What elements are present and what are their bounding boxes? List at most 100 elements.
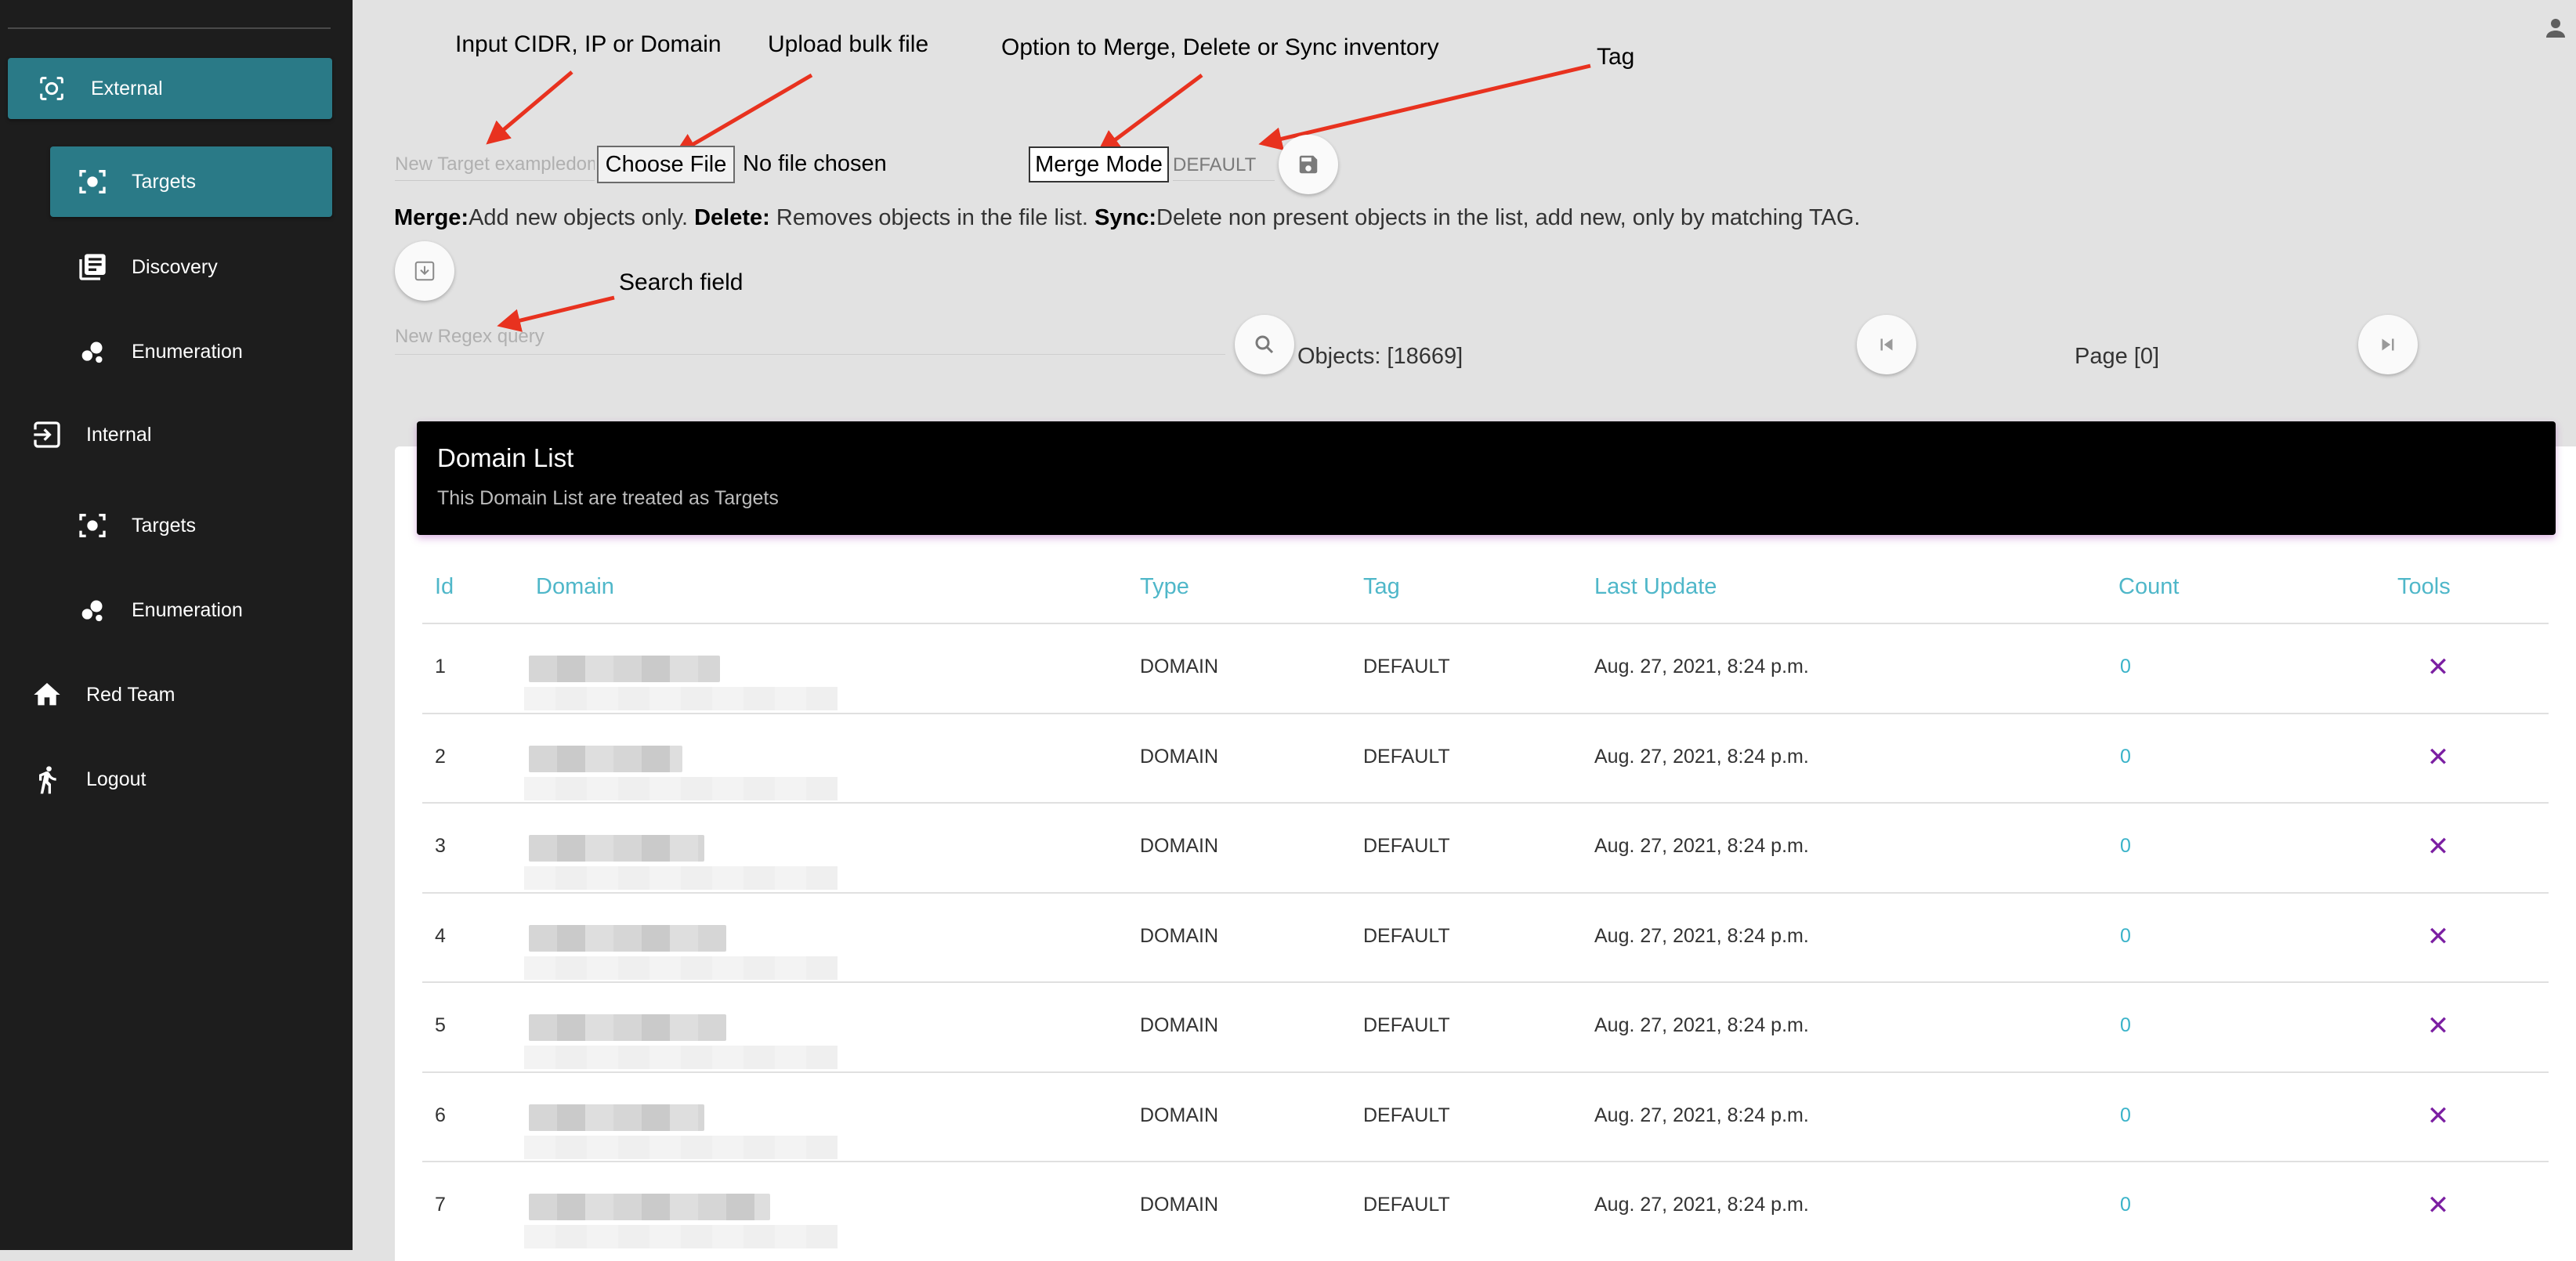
cell-count-link[interactable]: 0	[2120, 835, 2131, 858]
column-header-count[interactable]: Count	[2118, 574, 2179, 600]
input-icon	[30, 417, 64, 452]
search-input[interactable]	[395, 320, 1225, 355]
column-header-tools: Tools	[2397, 574, 2451, 599]
column-header-tag[interactable]: Tag	[1363, 574, 1400, 600]
merge-text: Add new objects only.	[469, 205, 695, 230]
sidebar-item-external[interactable]: External	[8, 58, 332, 119]
sidebar-item-external-targets[interactable]: Targets	[50, 146, 332, 217]
delete-icon[interactable]: ✕	[2419, 827, 2458, 866]
annotation-upload-label: Upload bulk file	[768, 31, 929, 57]
next-page-button[interactable]	[2358, 315, 2418, 374]
sidebar-item-label: Logout	[86, 768, 147, 790]
cell-domain-redacted	[529, 1014, 726, 1041]
cell-tag: DEFAULT	[1363, 656, 1450, 677]
save-button[interactable]	[1279, 135, 1338, 194]
table-row: 1 DOMAIN DEFAULT Aug. 27, 2021, 8:24 p.m. 0 ✕	[422, 623, 2549, 714]
run-icon	[30, 762, 64, 797]
home-icon	[30, 677, 64, 712]
annotation-arrow-merge	[1096, 73, 1203, 154]
redaction-shadow	[524, 1046, 838, 1069]
cell-type: DOMAIN	[1140, 745, 1218, 768]
annotation-input-label: Input CIDR, IP or Domain	[455, 31, 722, 57]
cell-last-update: Aug. 27, 2021, 8:24 p.m.	[1594, 924, 1809, 947]
cell-tag: DEFAULT	[1363, 745, 1450, 768]
cell-type: DOMAIN	[1140, 924, 1218, 947]
annotation-arrow-input	[486, 70, 573, 145]
column-header-last-update[interactable]: Last Update	[1594, 574, 1717, 600]
sidebar-item-label: Red Team	[86, 683, 175, 706]
delete-icon[interactable]: ✕	[2419, 1006, 2458, 1046]
redaction-shadow	[524, 956, 838, 980]
target-scan-icon	[75, 508, 110, 543]
first-page-button[interactable]	[1857, 315, 1916, 374]
redaction-shadow	[524, 776, 838, 800]
annotation-merge-label: Option to Merge, Delete or Sync inventor…	[1001, 34, 1439, 60]
cell-domain-redacted	[529, 656, 720, 682]
column-header-domain[interactable]: Domain	[536, 574, 614, 600]
table-row: 2 DOMAIN DEFAULT Aug. 27, 2021, 8:24 p.m. 0 ✕	[422, 712, 2549, 804]
column-header-id[interactable]: Id	[435, 574, 454, 600]
cell-last-update: Aug. 27, 2021, 8:24 p.m.	[1594, 745, 1809, 768]
redaction-shadow	[524, 1135, 838, 1159]
download-icon	[414, 261, 435, 281]
cell-count-link[interactable]: 0	[2120, 1194, 2131, 1216]
sidebar-item-enumeration[interactable]: Enumeration	[50, 316, 332, 387]
card-title: Domain List	[437, 443, 574, 472]
cell-count-link[interactable]: 0	[2120, 1104, 2131, 1127]
merge-key: Merge:	[394, 205, 469, 230]
delete-icon[interactable]: ✕	[2419, 1097, 2458, 1136]
sidebar-item-internal-enumeration[interactable]: Enumeration	[50, 575, 332, 645]
cell-tag: DEFAULT	[1363, 1104, 1450, 1126]
redaction-shadow	[524, 866, 838, 890]
sidebar-item-internal[interactable]: Internal	[8, 399, 332, 470]
scan-icon	[34, 71, 69, 106]
tag-input[interactable]	[1173, 150, 1275, 181]
cell-last-update: Aug. 27, 2021, 8:24 p.m.	[1594, 1014, 1809, 1036]
cell-last-update: Aug. 27, 2021, 8:24 p.m.	[1594, 656, 1809, 677]
redaction-shadow	[524, 1225, 838, 1248]
cell-domain-redacted	[529, 1104, 704, 1131]
cell-domain-redacted	[529, 745, 682, 772]
cell-count-link[interactable]: 0	[2120, 925, 2131, 948]
delete-icon[interactable]: ✕	[2419, 917, 2458, 956]
search-button[interactable]	[1235, 315, 1294, 374]
table-row: 3 DOMAIN DEFAULT Aug. 27, 2021, 8:24 p.m. 0 ✕	[422, 802, 2549, 893]
cell-last-update: Aug. 27, 2021, 8:24 p.m.	[1594, 835, 1809, 857]
skip-next-icon	[2382, 338, 2394, 351]
file-status: No file chosen	[743, 151, 887, 176]
download-button[interactable]	[395, 241, 454, 301]
cell-type: DOMAIN	[1140, 1194, 1218, 1216]
save-icon	[1299, 155, 1318, 174]
sidebar-item-red-team[interactable]: Red Team	[8, 659, 332, 730]
cell-count-link[interactable]: 0	[2120, 656, 2131, 678]
redaction-shadow	[524, 687, 838, 710]
cell-tag: DEFAULT	[1363, 924, 1450, 947]
sidebar-divider	[8, 27, 331, 29]
annotation-arrow-tag	[1258, 63, 1591, 150]
sidebar-item-label: Enumeration	[132, 340, 243, 363]
table-row: 4 DOMAIN DEFAULT Aug. 27, 2021, 8:24 p.m. 0 ✕	[422, 891, 2549, 983]
choose-file-button[interactable]: Choose File	[597, 146, 735, 183]
cell-count-link[interactable]: 0	[2120, 1014, 2131, 1037]
cell-tag: DEFAULT	[1363, 1014, 1450, 1036]
column-header-type[interactable]: Type	[1140, 574, 1189, 600]
sidebar-item-label: Targets	[132, 514, 196, 537]
target-input[interactable]	[395, 149, 595, 181]
account-icon[interactable]	[2542, 14, 2570, 42]
delete-icon[interactable]: ✕	[2419, 738, 2458, 777]
sidebar-item-discovery[interactable]: Discovery	[50, 232, 332, 302]
cell-type: DOMAIN	[1140, 656, 1218, 677]
cell-id: 2	[435, 745, 446, 768]
sidebar-item-label: Targets	[132, 170, 196, 193]
cell-domain-redacted	[529, 835, 704, 862]
sidebar-item-label: Enumeration	[132, 598, 243, 621]
sidebar-item-internal-targets[interactable]: Targets	[50, 490, 332, 561]
cell-id: 1	[435, 656, 446, 677]
delete-icon[interactable]: ✕	[2419, 648, 2458, 687]
delete-text: Removes objects in the file list.	[769, 205, 1095, 230]
delete-icon[interactable]: ✕	[2419, 1186, 2458, 1225]
cell-count-link[interactable]: 0	[2120, 746, 2131, 768]
annotation-arrow-upload	[673, 73, 813, 157]
sidebar-item-logout[interactable]: Logout	[8, 744, 332, 815]
merge-mode-select[interactable]: Merge Mode	[1029, 146, 1169, 182]
